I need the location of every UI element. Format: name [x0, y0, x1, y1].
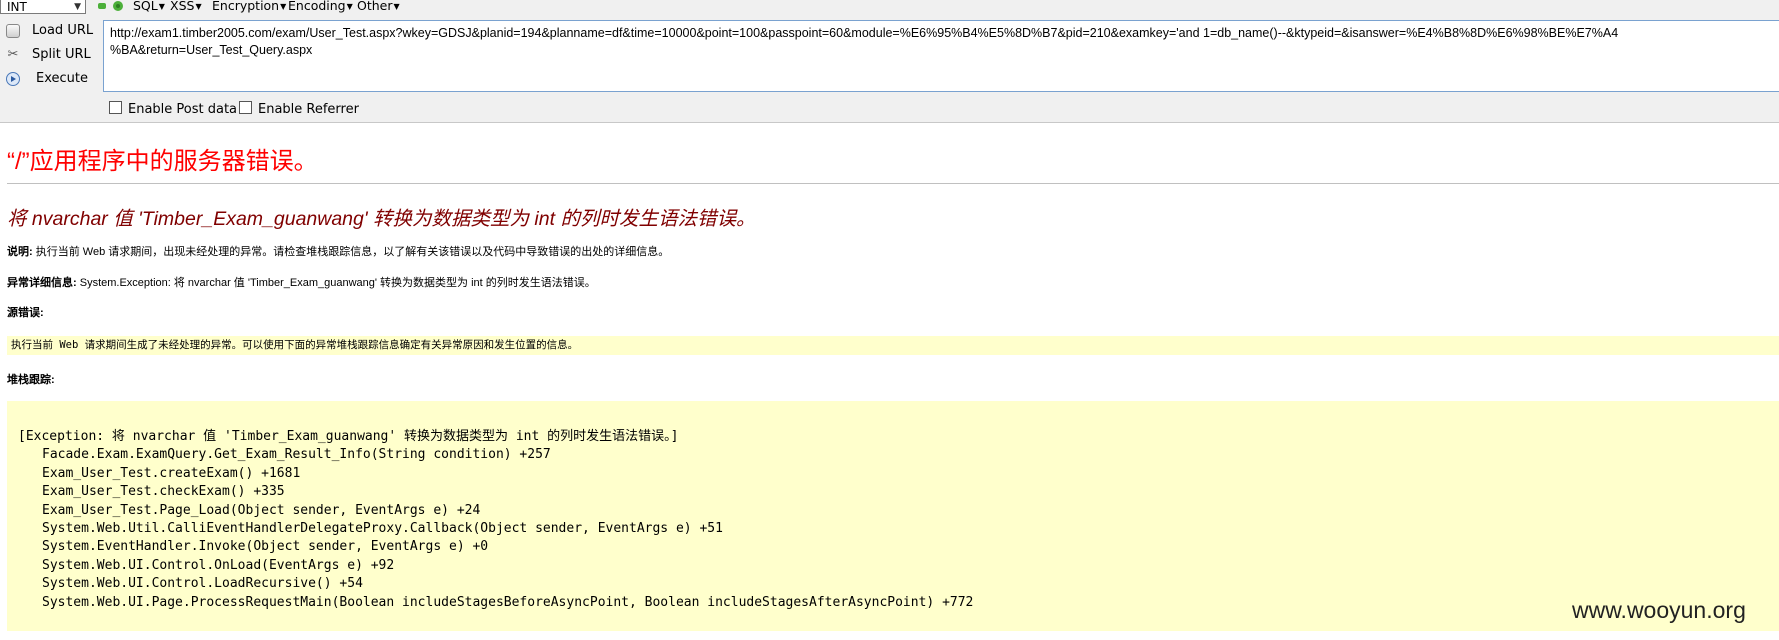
- stack-line: System.Web.UI.Control.OnLoad(EventArgs e…: [42, 557, 395, 573]
- exception-text: System.Exception: 将 nvarchar 值 'Timber_E…: [76, 277, 596, 289]
- source-error-box: 执行当前 Web 请求期间生成了未经处理的异常。可以使用下面的异常堆栈跟踪信息确…: [7, 336, 1779, 355]
- load-url-button[interactable]: Load URL: [0, 21, 100, 41]
- url-line-2: %BA&return=User_Test_Query.aspx: [110, 43, 313, 57]
- menu-xss[interactable]: XSS▼: [170, 0, 202, 14]
- int-select[interactable]: INT ▼: [0, 0, 86, 14]
- load-url-icon: [6, 24, 20, 38]
- split-url-button[interactable]: ✂ Split URL: [0, 45, 100, 65]
- stack-line: System.Web.UI.Control.LoadRecursive() +5…: [42, 576, 363, 592]
- watermark: www.wooyun.org: [1572, 597, 1746, 623]
- stack-line: System.EventHandler.Invoke(Object sender…: [42, 539, 489, 555]
- source-error-heading: 源错误:: [7, 307, 44, 319]
- stack-line: System.Web.Util.CalliEventHandlerDelegat…: [42, 521, 723, 537]
- menu-sql[interactable]: SQL▼: [133, 0, 165, 14]
- stack-line: Facade.Exam.ExamQuery.Get_Exam_Result_In…: [42, 447, 551, 463]
- decrease-icon[interactable]: [98, 3, 106, 9]
- enable-post-checkbox[interactable]: Enable Post data: [109, 101, 237, 117]
- stack-trace-heading: 堆栈跟踪:: [7, 374, 55, 386]
- menu-other[interactable]: Other▼: [357, 0, 400, 14]
- checkbox-box[interactable]: [109, 101, 122, 114]
- exception-label: 异常详细信息:: [7, 277, 77, 289]
- stack-trace-box: [Exception: 将 nvarchar 值 'Timber_Exam_gu…: [7, 401, 1779, 631]
- stack-line: Exam_User_Test.Page_Load(Object sender, …: [42, 502, 481, 518]
- url-line-1: http://exam1.timber2005.com/exam/User_Te…: [110, 26, 1619, 40]
- stack-line: Exam_User_Test.checkExam() +335: [42, 484, 285, 500]
- description-label: 说明:: [7, 246, 33, 258]
- page-title: “/”应用程序中的服务器错误。: [7, 148, 318, 175]
- description-text: 执行当前 Web 请求期间，出现未经处理的异常。请检查堆栈跟踪信息，以了解有关该…: [32, 246, 670, 258]
- error-subtitle: 将 nvarchar 值 'Timber_Exam_guanwang' 转换为数…: [7, 208, 756, 230]
- hackbar-toolbar: INT ▼ SQL▼ XSS▼ Encryption▼ Encoding▼ Ot…: [0, 0, 1779, 123]
- chevron-down-icon: ▼: [74, 2, 81, 12]
- description: 说明: 执行当前 Web 请求期间，出现未经处理的异常。请检查堆栈跟踪信息，以了…: [7, 243, 669, 259]
- stack-line: Exam_User_Test.createExam() +1681: [42, 465, 301, 481]
- menu-encryption[interactable]: Encryption▼: [212, 0, 286, 14]
- url-textarea[interactable]: http://exam1.timber2005.com/exam/User_Te…: [103, 20, 1779, 92]
- divider: [7, 183, 1779, 184]
- execute-button[interactable]: Execute: [0, 69, 100, 89]
- scissors-icon: ✂: [7, 47, 19, 62]
- menu-encoding[interactable]: Encoding▼: [288, 0, 353, 14]
- increase-icon[interactable]: [113, 1, 123, 11]
- play-icon: [6, 72, 20, 86]
- exception-details: 异常详细信息: System.Exception: 将 nvarchar 值 '…: [7, 274, 596, 290]
- int-select-value: INT: [7, 0, 27, 14]
- stack-line: [Exception: 将 nvarchar 值 'Timber_Exam_gu…: [18, 429, 679, 444]
- enable-referrer-checkbox[interactable]: Enable Referrer: [239, 101, 359, 117]
- checkbox-box[interactable]: [239, 101, 252, 114]
- hackbar-menubar: INT ▼ SQL▼ XSS▼ Encryption▼ Encoding▼ Ot…: [0, 0, 1779, 15]
- stack-line: System.Web.UI.Page.ProcessRequestMain(Bo…: [42, 594, 974, 610]
